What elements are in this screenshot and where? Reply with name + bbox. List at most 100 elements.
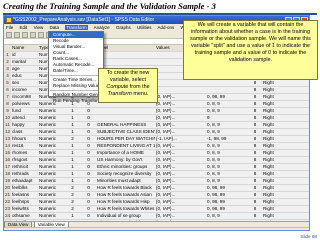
- cell-name[interactable]: hhours: [12, 136, 38, 142]
- cell-missing[interactable]: 9: [207, 115, 247, 121]
- cell-values[interactable]: {0, IAP}...: [156, 192, 206, 198]
- menu-graphs[interactable]: Graphs: [116, 25, 131, 30]
- menu-file[interactable]: File: [6, 25, 13, 30]
- cell-values[interactable]: {0, IAP}...: [156, 185, 206, 191]
- table-row[interactable]: 10 attend Numeric 1 0 {0, IAP}... 9 8 Right: [4, 115, 309, 122]
- table-row[interactable]: 24 othsame Numeric 1 0 Individual of se group…: [4, 213, 309, 220]
- table-row[interactable]: 21 feelasns Numeric 2 0 How R feels towards A…: [4, 192, 309, 199]
- cell-values[interactable]: {0, IAP}...: [156, 94, 206, 100]
- cell-decimals[interactable]: 0: [81, 143, 96, 149]
- cell-label[interactable]: SUBJECTIVE CLASS IDENTIFI: [97, 129, 155, 135]
- cell-type[interactable]: Numeric: [39, 136, 64, 142]
- cell-type[interactable]: Numeric: [39, 150, 64, 156]
- cell-decimals[interactable]: 0: [81, 199, 96, 205]
- cell-type[interactable]: Numeric: [39, 115, 64, 121]
- table-row[interactable]: 17 rethnicit Numeric 1 0 Ethnic minorities: g…: [4, 164, 309, 171]
- cell-columns[interactable]: 8: [248, 122, 262, 128]
- cell-decimals[interactable]: 0: [81, 150, 96, 156]
- cell-missing[interactable]: 0, 98, 99: [207, 94, 247, 100]
- table-row[interactable]: 11 happy Numeric 1 0 GENERAL HAPPINESS {0, IAP…: [4, 122, 309, 129]
- cell-type[interactable]: Numeric: [39, 178, 64, 184]
- cell-values[interactable]: {0, IAP}...: [156, 171, 206, 177]
- cell-label[interactable]: How R feels towards Asian: [97, 192, 155, 198]
- cell-values[interactable]: {0, IAP}...: [156, 150, 206, 156]
- cell-align[interactable]: Right: [263, 213, 307, 219]
- table-row[interactable]: 15 rhomes Numeric 1 0 Importance of a HOME {0,…: [4, 150, 309, 157]
- cell-align[interactable]: Right: [263, 185, 307, 191]
- cell-name[interactable]: rethrads: [12, 171, 38, 177]
- cell-decimals[interactable]: 0: [81, 178, 96, 184]
- cell-name[interactable]: feelwhts: [12, 206, 38, 212]
- menu-item[interactable]: Run Pending Transforms: [49, 98, 104, 104]
- cell-width[interactable]: 2: [65, 136, 80, 142]
- cell-columns[interactable]: 8: [248, 171, 262, 177]
- cell-name[interactable]: res16: [12, 143, 38, 149]
- cell-name[interactable]: feelasns: [12, 192, 38, 198]
- cell-label[interactable]: Minorities must adapt: [97, 178, 155, 184]
- table-row[interactable]: 13 hhours Numeric 2 0 HOURS PER DAY WATCHING{…: [4, 136, 309, 143]
- cell-width[interactable]: 2: [65, 192, 80, 198]
- cell-width[interactable]: 1: [65, 157, 80, 163]
- cell-width[interactable]: 1: [65, 164, 80, 170]
- header-name[interactable]: Name: [12, 45, 38, 51]
- menu-addons[interactable]: Add-ons: [158, 25, 175, 30]
- cell-width[interactable]: 1: [65, 178, 80, 184]
- cell-width[interactable]: 2: [65, 206, 80, 212]
- cell-width[interactable]: 2: [65, 199, 80, 205]
- cell-label[interactable]: GENERAL HAPPINESS: [97, 122, 155, 128]
- cell-type[interactable]: Numeric: [39, 199, 64, 205]
- cell-missing[interactable]: 0, 98, 99: [207, 199, 247, 205]
- cell-decimals[interactable]: 0: [81, 185, 96, 191]
- cell-type[interactable]: Numeric: [39, 171, 64, 177]
- cell-align[interactable]: Right: [263, 192, 307, 198]
- cell-align[interactable]: Right: [263, 143, 307, 149]
- cell-columns[interactable]: 8: [248, 101, 262, 107]
- table-row[interactable]: 14 res16 Numeric 1 0 RESPONDENT LIVING AT 16{…: [4, 143, 309, 150]
- menu-item[interactable]: Date/Time...: [49, 68, 103, 74]
- cell-decimals[interactable]: 0: [81, 115, 96, 121]
- cell-values[interactable]: {0, IAP}...: [156, 115, 206, 121]
- cell-columns[interactable]: 8: [248, 94, 262, 100]
- cell-align[interactable]: Right: [263, 164, 307, 170]
- cell-missing[interactable]: 0, 8, 9: [207, 213, 247, 219]
- dialog-recall-icon[interactable]: [30, 32, 36, 38]
- cell-width[interactable]: 1: [65, 213, 80, 219]
- table-row[interactable]: 19 ethaadapt Numeric 1 0 Minorities must adap…: [4, 178, 309, 185]
- cell-label[interactable]: Ethnic minorities: groups: [97, 164, 155, 170]
- cell-width[interactable]: 2: [65, 185, 80, 191]
- cell-align[interactable]: Right: [263, 199, 307, 205]
- cell-columns[interactable]: 8: [248, 143, 262, 149]
- cell-align[interactable]: Right: [263, 80, 307, 86]
- cell-name[interactable]: sex: [12, 80, 38, 86]
- menu-view[interactable]: View: [34, 25, 44, 30]
- cell-columns[interactable]: 8: [248, 178, 262, 184]
- header-label[interactable]: Label: [97, 45, 155, 51]
- cell-missing[interactable]: 0, 8, 9: [207, 143, 247, 149]
- cell-values[interactable]: {-1, IAP}...: [156, 136, 206, 142]
- cell-columns[interactable]: 8: [248, 136, 262, 142]
- undo-icon[interactable]: [38, 32, 44, 38]
- cell-align[interactable]: Right: [263, 108, 307, 114]
- cell-name[interactable]: marital: [12, 59, 38, 65]
- table-row[interactable]: 12classNumeric10SUBJECTIVE CLASS IDENTIF…: [4, 129, 309, 136]
- cell-values[interactable]: {0, IAP}...: [156, 101, 206, 107]
- save-icon[interactable]: [14, 32, 20, 38]
- cell-columns[interactable]: 8: [248, 199, 262, 205]
- table-row[interactable]: 16 rfrsgovt Numeric 1 0 US Harmony: by Gov't{…: [4, 157, 309, 164]
- cell-missing[interactable]: 0, 8, 9: [207, 108, 247, 114]
- cell-columns[interactable]: 8: [248, 129, 262, 135]
- cell-values[interactable]: {0, IAP}...: [156, 108, 206, 114]
- cell-type[interactable]: Numeric: [39, 143, 64, 149]
- cell-type[interactable]: Numeric: [39, 164, 64, 170]
- cell-label[interactable]: Society recognize diversity: [97, 171, 155, 177]
- cell-columns[interactable]: 8: [248, 115, 262, 121]
- open-icon[interactable]: [6, 32, 12, 38]
- cell-type[interactable]: Numeric: [39, 192, 64, 198]
- cell-align[interactable]: Right: [263, 157, 307, 163]
- cell-align[interactable]: Right: [263, 94, 307, 100]
- cell-values[interactable]: {0, IAP}...: [156, 143, 206, 149]
- cell-missing[interactable]: 0, 8, 9: [207, 171, 247, 177]
- cell-type[interactable]: Numeric: [39, 129, 64, 135]
- table-row[interactable]: 22 feelhsps Numeric 2 0 How R feels towards H…: [4, 199, 309, 206]
- cell-type[interactable]: Numeric: [39, 122, 64, 128]
